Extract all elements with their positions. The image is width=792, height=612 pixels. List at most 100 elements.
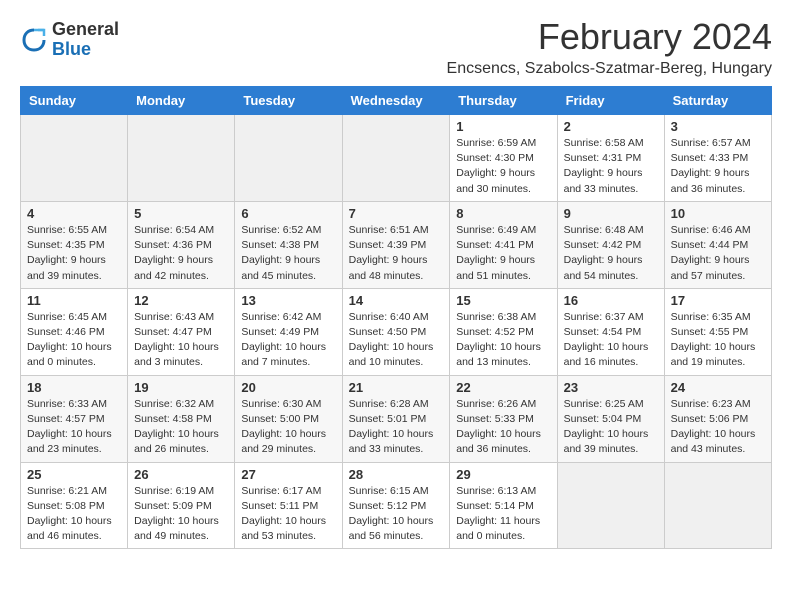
day-info: Sunrise: 6:42 AM Sunset: 4:49 PM Dayligh…	[241, 310, 335, 371]
day-number: 9	[564, 206, 658, 221]
day-number: 17	[671, 293, 765, 308]
day-info: Sunrise: 6:30 AM Sunset: 5:00 PM Dayligh…	[241, 397, 335, 458]
day-number: 18	[27, 380, 121, 395]
logo-blue: Blue	[52, 40, 119, 60]
day-info: Sunrise: 6:38 AM Sunset: 4:52 PM Dayligh…	[456, 310, 550, 371]
month-year-title: February 2024	[447, 16, 772, 58]
day-info: Sunrise: 6:37 AM Sunset: 4:54 PM Dayligh…	[564, 310, 658, 371]
day-number: 27	[241, 467, 335, 482]
day-info: Sunrise: 6:58 AM Sunset: 4:31 PM Dayligh…	[564, 136, 658, 197]
calendar-cell: 23 Sunrise: 6:25 AM Sunset: 5:04 PM Dayli…	[557, 375, 664, 462]
calendar-week-row: 18 Sunrise: 6:33 AM Sunset: 4:57 PM Dayli…	[21, 375, 772, 462]
calendar-cell: 28 Sunrise: 6:15 AM Sunset: 5:12 PM Dayli…	[342, 462, 450, 549]
day-info: Sunrise: 6:46 AM Sunset: 4:44 PM Dayligh…	[671, 223, 765, 284]
calendar-cell: 2Sunrise: 6:58 AM Sunset: 4:31 PM Daylig…	[557, 115, 664, 202]
calendar-cell: 19 Sunrise: 6:32 AM Sunset: 4:58 PM Dayli…	[128, 375, 235, 462]
day-number: 25	[27, 467, 121, 482]
day-info: Sunrise: 6:40 AM Sunset: 4:50 PM Dayligh…	[349, 310, 444, 371]
day-info: Sunrise: 6:32 AM Sunset: 4:58 PM Dayligh…	[134, 397, 228, 458]
day-number: 22	[456, 380, 550, 395]
calendar-cell: 18 Sunrise: 6:33 AM Sunset: 4:57 PM Dayli…	[21, 375, 128, 462]
logo-icon	[20, 26, 48, 54]
calendar-cell: 15Sunrise: 6:38 AM Sunset: 4:52 PM Dayli…	[450, 288, 557, 375]
day-info: Sunrise: 6:25 AM Sunset: 5:04 PM Dayligh…	[564, 397, 658, 458]
day-info: Sunrise: 6:35 AM Sunset: 4:55 PM Dayligh…	[671, 310, 765, 371]
calendar-cell	[235, 115, 342, 202]
day-number: 26	[134, 467, 228, 482]
day-number: 1	[456, 119, 550, 134]
calendar-header-saturday: Saturday	[664, 87, 771, 115]
day-number: 13	[241, 293, 335, 308]
calendar-week-row: 25 Sunrise: 6:21 AM Sunset: 5:08 PM Dayli…	[21, 462, 772, 549]
day-info: Sunrise: 6:59 AM Sunset: 4:30 PM Dayligh…	[456, 136, 550, 197]
page-header: General Blue February 2024 Encsencs, Sza…	[20, 16, 772, 78]
day-info: Sunrise: 6:21 AM Sunset: 5:08 PM Dayligh…	[27, 484, 121, 545]
calendar-header-friday: Friday	[557, 87, 664, 115]
calendar-body: 1 Sunrise: 6:59 AM Sunset: 4:30 PM Daylig…	[21, 115, 772, 549]
day-number: 23	[564, 380, 658, 395]
calendar-cell	[21, 115, 128, 202]
calendar-cell: 10Sunrise: 6:46 AM Sunset: 4:44 PM Dayli…	[664, 201, 771, 288]
calendar-cell: 8Sunrise: 6:49 AM Sunset: 4:41 PM Daylig…	[450, 201, 557, 288]
calendar-cell: 16 Sunrise: 6:37 AM Sunset: 4:54 PM Dayli…	[557, 288, 664, 375]
day-info: Sunrise: 6:17 AM Sunset: 5:11 PM Dayligh…	[241, 484, 335, 545]
day-info: Sunrise: 6:15 AM Sunset: 5:12 PM Dayligh…	[349, 484, 444, 545]
day-info: Sunrise: 6:13 AM Sunset: 5:14 PM Dayligh…	[456, 484, 550, 545]
day-number: 4	[27, 206, 121, 221]
calendar-cell: 25 Sunrise: 6:21 AM Sunset: 5:08 PM Dayli…	[21, 462, 128, 549]
calendar-header-tuesday: Tuesday	[235, 87, 342, 115]
calendar-cell: 14 Sunrise: 6:40 AM Sunset: 4:50 PM Dayli…	[342, 288, 450, 375]
calendar-table: SundayMondayTuesdayWednesdayThursdayFrid…	[20, 86, 772, 549]
day-number: 11	[27, 293, 121, 308]
calendar-week-row: 1 Sunrise: 6:59 AM Sunset: 4:30 PM Daylig…	[21, 115, 772, 202]
calendar-header-monday: Monday	[128, 87, 235, 115]
calendar-header-thursday: Thursday	[450, 87, 557, 115]
day-number: 20	[241, 380, 335, 395]
location-subtitle: Encsencs, Szabolcs-Szatmar-Bereg, Hungar…	[447, 60, 772, 78]
day-info: Sunrise: 6:33 AM Sunset: 4:57 PM Dayligh…	[27, 397, 121, 458]
calendar-cell: 26Sunrise: 6:19 AM Sunset: 5:09 PM Dayli…	[128, 462, 235, 549]
day-number: 29	[456, 467, 550, 482]
calendar-header-wednesday: Wednesday	[342, 87, 450, 115]
day-number: 3	[671, 119, 765, 134]
calendar-cell: 20 Sunrise: 6:30 AM Sunset: 5:00 PM Dayli…	[235, 375, 342, 462]
day-info: Sunrise: 6:48 AM Sunset: 4:42 PM Dayligh…	[564, 223, 658, 284]
calendar-cell: 3 Sunrise: 6:57 AM Sunset: 4:33 PM Daylig…	[664, 115, 771, 202]
day-info: Sunrise: 6:43 AM Sunset: 4:47 PM Dayligh…	[134, 310, 228, 371]
day-info: Sunrise: 6:49 AM Sunset: 4:41 PM Dayligh…	[456, 223, 550, 284]
calendar-header-sunday: Sunday	[21, 87, 128, 115]
calendar-cell: 12Sunrise: 6:43 AM Sunset: 4:47 PM Dayli…	[128, 288, 235, 375]
calendar-cell: 22Sunrise: 6:26 AM Sunset: 5:33 PM Dayli…	[450, 375, 557, 462]
day-info: Sunrise: 6:28 AM Sunset: 5:01 PM Dayligh…	[349, 397, 444, 458]
day-number: 7	[349, 206, 444, 221]
day-info: Sunrise: 6:57 AM Sunset: 4:33 PM Dayligh…	[671, 136, 765, 197]
day-number: 24	[671, 380, 765, 395]
day-info: Sunrise: 6:45 AM Sunset: 4:46 PM Dayligh…	[27, 310, 121, 371]
calendar-cell: 21Sunrise: 6:28 AM Sunset: 5:01 PM Dayli…	[342, 375, 450, 462]
day-info: Sunrise: 6:23 AM Sunset: 5:06 PM Dayligh…	[671, 397, 765, 458]
calendar-week-row: 11 Sunrise: 6:45 AM Sunset: 4:46 PM Dayli…	[21, 288, 772, 375]
calendar-cell: 11 Sunrise: 6:45 AM Sunset: 4:46 PM Dayli…	[21, 288, 128, 375]
logo-general: General	[52, 20, 119, 40]
logo-text: General Blue	[52, 20, 119, 60]
calendar-cell: 9 Sunrise: 6:48 AM Sunset: 4:42 PM Daylig…	[557, 201, 664, 288]
day-number: 5	[134, 206, 228, 221]
day-number: 16	[564, 293, 658, 308]
calendar-cell: 4 Sunrise: 6:55 AM Sunset: 4:35 PM Daylig…	[21, 201, 128, 288]
day-info: Sunrise: 6:55 AM Sunset: 4:35 PM Dayligh…	[27, 223, 121, 284]
calendar-cell	[664, 462, 771, 549]
calendar-cell: 17 Sunrise: 6:35 AM Sunset: 4:55 PM Dayli…	[664, 288, 771, 375]
day-number: 19	[134, 380, 228, 395]
calendar-cell	[128, 115, 235, 202]
day-number: 28	[349, 467, 444, 482]
calendar-cell: 13 Sunrise: 6:42 AM Sunset: 4:49 PM Dayli…	[235, 288, 342, 375]
day-info: Sunrise: 6:52 AM Sunset: 4:38 PM Dayligh…	[241, 223, 335, 284]
day-number: 14	[349, 293, 444, 308]
calendar-week-row: 4 Sunrise: 6:55 AM Sunset: 4:35 PM Daylig…	[21, 201, 772, 288]
day-number: 6	[241, 206, 335, 221]
calendar-cell: 6 Sunrise: 6:52 AM Sunset: 4:38 PM Daylig…	[235, 201, 342, 288]
calendar-cell: 29 Sunrise: 6:13 AM Sunset: 5:14 PM Dayli…	[450, 462, 557, 549]
calendar-cell: 5Sunrise: 6:54 AM Sunset: 4:36 PM Daylig…	[128, 201, 235, 288]
calendar-cell: 1 Sunrise: 6:59 AM Sunset: 4:30 PM Daylig…	[450, 115, 557, 202]
calendar-header-row: SundayMondayTuesdayWednesdayThursdayFrid…	[21, 87, 772, 115]
